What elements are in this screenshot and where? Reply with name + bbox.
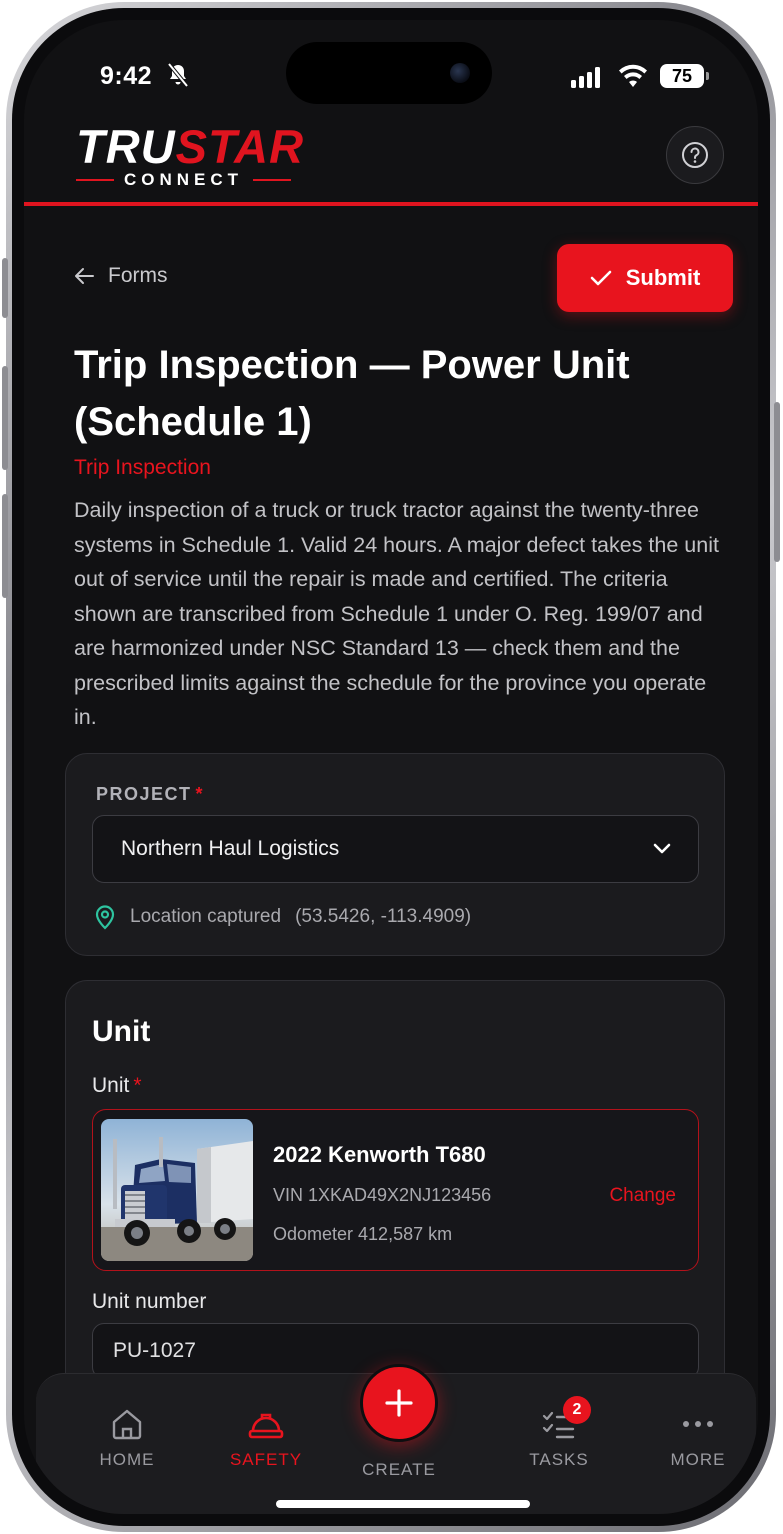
app-screen: 9:42 75 TRUSTAR CONNECT Forms Submit Tri… xyxy=(24,20,758,1514)
create-button[interactable] xyxy=(360,1364,438,1442)
page-title: Trip Inspection — Power Unit (Schedule 1… xyxy=(74,343,630,444)
back-label: Forms xyxy=(108,264,168,287)
project-label: PROJECT * xyxy=(96,784,205,804)
unit-field-label: Unit * xyxy=(92,1074,142,1097)
home-icon xyxy=(112,1409,142,1440)
plus-icon xyxy=(385,1389,413,1417)
project-selected-value: Northern Haul Logistics xyxy=(121,837,340,860)
tab-more[interactable]: MORE xyxy=(648,1404,748,1470)
project-card: PROJECT * Northern Haul Logistics Locati… xyxy=(65,753,725,956)
back-to-forms-link[interactable]: Forms xyxy=(74,264,168,288)
chevron-down-icon xyxy=(653,843,671,854)
home-indicator xyxy=(276,1500,530,1508)
location-text: Location captured xyxy=(130,906,282,927)
bottom-tab-bar: HOME SAFETY CREATE 2 TASKS MORE xyxy=(36,1364,756,1514)
required-marker: * xyxy=(195,784,205,804)
unit-number-label: Unit number xyxy=(92,1290,207,1313)
arrow-left-icon xyxy=(75,268,94,284)
vehicle-odometer: Odometer 412,587 km xyxy=(273,1224,453,1244)
tab-safety[interactable]: SAFETY xyxy=(216,1404,316,1470)
tab-safety-label: SAFETY xyxy=(229,1450,303,1469)
change-vehicle-link[interactable]: Change xyxy=(609,1185,676,1207)
required-marker: * xyxy=(133,1074,142,1097)
tab-create-label: CREATE xyxy=(362,1460,436,1479)
trustar-connect-logo: TRUSTAR CONNECT xyxy=(76,120,305,189)
location-coordinates: (53.5426, -113.4909) xyxy=(295,906,472,927)
vehicle-name: 2022 Kenworth T680 xyxy=(273,1142,486,1167)
ellipsis-icon xyxy=(683,1421,713,1427)
form-description: Daily inspection of a truck or truck tra… xyxy=(74,498,719,729)
truck-photo xyxy=(101,1119,253,1261)
tab-home[interactable]: HOME xyxy=(77,1404,177,1470)
phone-frame: 9:42 75 TRUSTAR CONNECT Forms Submit Tri… xyxy=(2,2,780,1532)
help-button[interactable] xyxy=(666,126,724,184)
dynamic-island xyxy=(286,42,492,104)
hard-hat-icon xyxy=(248,1413,284,1439)
status-bar: 9:42 75 xyxy=(24,20,758,116)
submit-button[interactable]: Submit xyxy=(557,244,733,312)
location-status: Location captured (53.5426, -113.4909) xyxy=(94,904,471,930)
vehicle-vin: VIN 1XKAD49X2NJ123456 xyxy=(273,1185,492,1205)
tab-more-label: MORE xyxy=(670,1450,726,1469)
status-time: 9:42 xyxy=(100,62,153,90)
wifi-icon xyxy=(619,64,647,87)
unit-section-heading: Unit xyxy=(92,1015,151,1048)
battery-indicator: 75 xyxy=(660,64,709,88)
question-circle-icon xyxy=(682,142,708,168)
project-select[interactable]: Northern Haul Logistics xyxy=(92,815,699,883)
silent-bell-icon xyxy=(167,62,189,88)
form-category: Trip Inspection xyxy=(74,456,211,479)
tasks-count-badge: 2 xyxy=(563,1396,591,1424)
checkmark-icon xyxy=(590,270,612,286)
tab-tasks-label: TASKS xyxy=(529,1450,589,1469)
tab-home-label: HOME xyxy=(99,1450,155,1469)
selected-vehicle-card[interactable]: 2022 Kenworth T680 VIN 1XKAD49X2NJ123456… xyxy=(92,1109,699,1271)
cellular-signal-icon xyxy=(571,66,600,88)
tab-tasks[interactable]: 2 TASKS xyxy=(509,1396,609,1470)
map-pin-icon xyxy=(95,905,115,930)
submit-label: Submit xyxy=(625,265,701,290)
app-header: TRUSTAR CONNECT xyxy=(24,120,758,206)
